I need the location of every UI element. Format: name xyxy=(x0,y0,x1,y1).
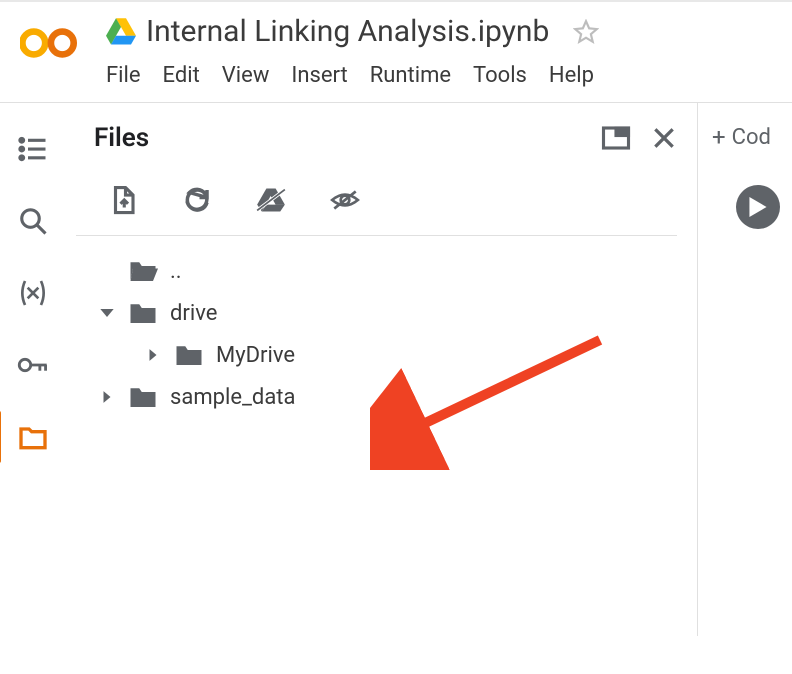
folder-icon xyxy=(128,384,158,410)
menu-edit[interactable]: Edit xyxy=(163,63,200,88)
hide-icon[interactable] xyxy=(330,185,360,215)
menu-bar: File Edit View Insert Runtime Tools Help xyxy=(106,63,776,88)
files-tab-icon[interactable] xyxy=(17,421,49,453)
tree-label: drive xyxy=(170,301,217,326)
tree-drive[interactable]: drive xyxy=(88,292,677,334)
refresh-icon[interactable] xyxy=(182,185,212,215)
menu-runtime[interactable]: Runtime xyxy=(370,63,451,88)
menu-tools[interactable]: Tools xyxy=(473,63,527,88)
files-panel: Files xyxy=(66,103,698,636)
folder-open-icon xyxy=(128,258,158,284)
upload-icon[interactable] xyxy=(108,185,138,215)
star-icon[interactable] xyxy=(573,19,599,45)
menu-view[interactable]: View xyxy=(222,63,270,88)
tree-label: MyDrive xyxy=(216,343,295,368)
toc-icon[interactable] xyxy=(17,133,49,165)
panel-tab-icon[interactable] xyxy=(601,125,631,151)
chevron-right-icon xyxy=(144,348,162,362)
run-cell-button[interactable] xyxy=(736,185,780,229)
menu-help[interactable]: Help xyxy=(549,63,594,88)
menu-insert[interactable]: Insert xyxy=(291,63,347,88)
panel-title: Files xyxy=(94,123,149,153)
add-code-label: Cod xyxy=(732,125,771,150)
google-drive-icon xyxy=(106,18,136,46)
notebook-pane: + Cod xyxy=(698,103,792,636)
left-rail xyxy=(0,103,66,636)
tree-label: sample_data xyxy=(170,385,295,410)
close-icon[interactable] xyxy=(651,125,677,151)
search-icon[interactable] xyxy=(17,205,49,237)
document-title[interactable]: Internal Linking Analysis.ipynb xyxy=(146,14,549,49)
add-code-button[interactable]: + Cod xyxy=(712,123,792,151)
tree-sample-data[interactable]: sample_data xyxy=(88,376,677,418)
folder-icon xyxy=(174,342,204,368)
mount-drive-icon[interactable] xyxy=(256,185,286,215)
colab-logo xyxy=(20,24,78,62)
chevron-right-icon xyxy=(98,390,116,404)
chevron-down-icon xyxy=(98,305,116,321)
tree-label: .. xyxy=(170,259,182,284)
tree-mydrive[interactable]: MyDrive xyxy=(88,334,677,376)
files-toolbar xyxy=(76,171,677,236)
menu-file[interactable]: File xyxy=(106,63,141,88)
secrets-icon[interactable] xyxy=(17,349,49,381)
variables-icon[interactable] xyxy=(17,277,49,309)
file-tree: .. drive MyDrive sam xyxy=(76,250,677,418)
tree-parent[interactable]: .. xyxy=(88,250,677,292)
folder-icon xyxy=(128,300,158,326)
